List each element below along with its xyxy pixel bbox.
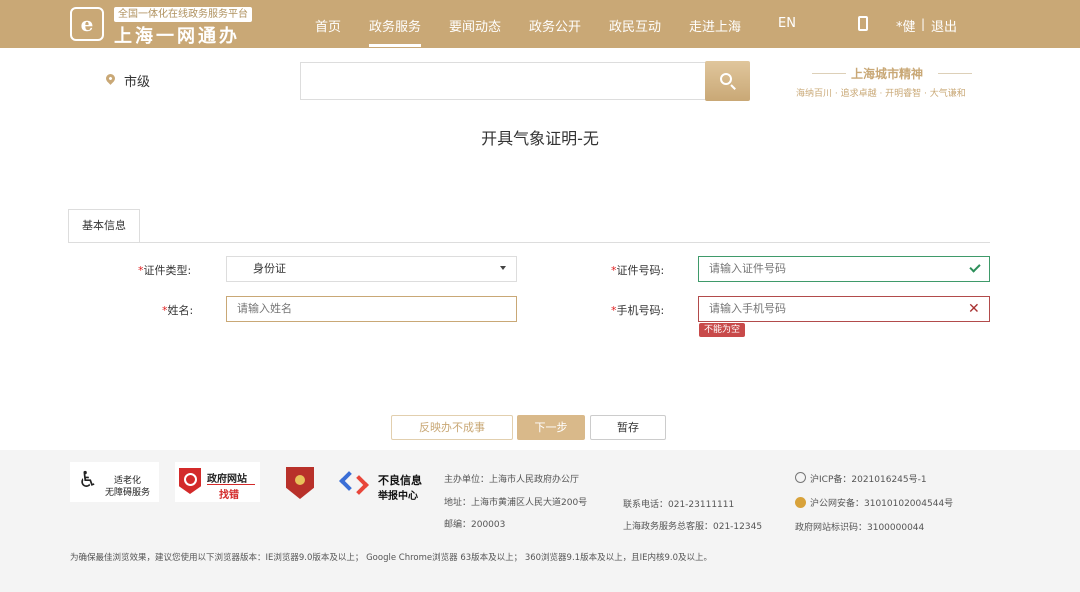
id-number-label-text: 证件号码:	[616, 264, 665, 277]
logo-subtitle: 全国一体化在线政务服务平台	[114, 7, 252, 22]
footer-address: 地址：上海市黄浦区人民大道200号	[444, 498, 588, 508]
top-header: e 全国一体化在线政务服务平台 上海一网通办 首页 政务服务 要闻动态 政务公开…	[0, 0, 1080, 48]
phone-label-text: 手机号码:	[616, 304, 665, 317]
footer-police-record[interactable]: 沪公网安备：31010102004544号	[810, 496, 953, 509]
phone-label: *手机号码:	[611, 302, 664, 318]
report-center-line1[interactable]: 不良信息	[378, 472, 422, 488]
divider	[207, 484, 255, 485]
nav-english[interactable]: EN	[778, 16, 796, 31]
footer-postcode: 邮编：200003	[444, 520, 506, 530]
city-spirit-title: 上海城市精神	[851, 67, 924, 81]
mobile-icon[interactable]	[858, 16, 868, 31]
footer-icp[interactable]: 沪ICP备：2021016245号-1	[810, 472, 927, 485]
footer-phone: 联系电话：021-23111111	[623, 500, 735, 510]
user-name[interactable]: *健	[896, 16, 916, 35]
magnifier-icon	[179, 468, 201, 494]
footer-service-phone: 上海政务服务总客服：021-12345	[623, 522, 763, 532]
id-type-select[interactable]: 身份证	[226, 256, 517, 282]
page-title: 开具气象证明-无	[481, 129, 599, 148]
id-number-label: *证件号码:	[611, 262, 664, 278]
gov-site-line1: 政府网站	[207, 474, 247, 485]
header-separator: |	[921, 17, 926, 31]
search-icon-handle	[730, 84, 736, 90]
name-input[interactable]	[226, 296, 517, 322]
divider	[938, 73, 972, 74]
save-draft-button[interactable]: 暂存	[590, 415, 666, 440]
id-type-label: *证件类型:	[138, 262, 191, 278]
accessibility-service-badge[interactable]: ♿ 适老化 无障碍服务	[70, 462, 159, 502]
search-icon	[720, 73, 732, 85]
search-button[interactable]	[705, 61, 750, 101]
tab-basic-info[interactable]: 基本信息	[68, 209, 140, 243]
nav-shanghai[interactable]: 走进上海	[689, 16, 741, 35]
nav-home[interactable]: 首页	[315, 16, 341, 35]
phone-error-message: 不能为空	[699, 323, 746, 337]
gov-site-line2: 找错	[219, 490, 239, 501]
nav-gov-public[interactable]: 政务公开	[529, 16, 581, 35]
id-number-input[interactable]	[698, 256, 990, 282]
nav-news[interactable]: 要闻动态	[449, 16, 501, 35]
report-center-icon[interactable]	[339, 470, 369, 496]
browser-note: 为确保最佳浏览效果，建议您使用以下浏览器版本：IE浏览器9.0版本及以上； Go…	[70, 553, 712, 563]
search-input[interactable]	[300, 62, 706, 100]
name-label: *姓名:	[162, 302, 193, 318]
phone-input[interactable]	[698, 296, 990, 322]
police-badge-icon	[795, 497, 806, 508]
name-label-text: 姓名:	[167, 304, 194, 317]
report-center-line2[interactable]: 举报中心	[378, 487, 418, 502]
logo-title[interactable]: 上海一网通办	[114, 22, 240, 48]
tab-divider	[68, 242, 990, 243]
feedback-button[interactable]: 反映办不成事	[391, 415, 513, 440]
location-pin-icon	[104, 72, 117, 85]
divider	[812, 73, 846, 74]
accessibility-line2: 无障碍服务	[105, 488, 151, 498]
gov-site-error-report-badge[interactable]: 政府网站 找错	[175, 462, 260, 502]
id-type-label-text: 证件类型:	[143, 264, 192, 277]
next-step-button[interactable]: 下一步	[517, 415, 585, 440]
icp-icon	[795, 472, 806, 483]
location-selector[interactable]: 市级	[124, 71, 150, 90]
chevron-down-icon[interactable]	[500, 266, 506, 270]
nav-interaction[interactable]: 政民互动	[609, 16, 661, 35]
footer-host: 主办单位：上海市人民政府办公厅	[444, 475, 580, 485]
active-nav-indicator	[369, 44, 421, 47]
logo-icon[interactable]: e	[70, 7, 104, 41]
city-spirit-subtitle: 海纳百川 · 追求卓越 · 开明睿智 · 大气谦和	[796, 89, 966, 99]
nav-gov-services[interactable]: 政务服务	[369, 16, 421, 35]
logout-link[interactable]: 退出	[931, 16, 957, 35]
footer-site-id: 政府网站标识码：3100000044	[795, 523, 925, 533]
accessibility-icon: ♿	[78, 468, 98, 493]
error-x-icon: ✕	[968, 301, 980, 317]
